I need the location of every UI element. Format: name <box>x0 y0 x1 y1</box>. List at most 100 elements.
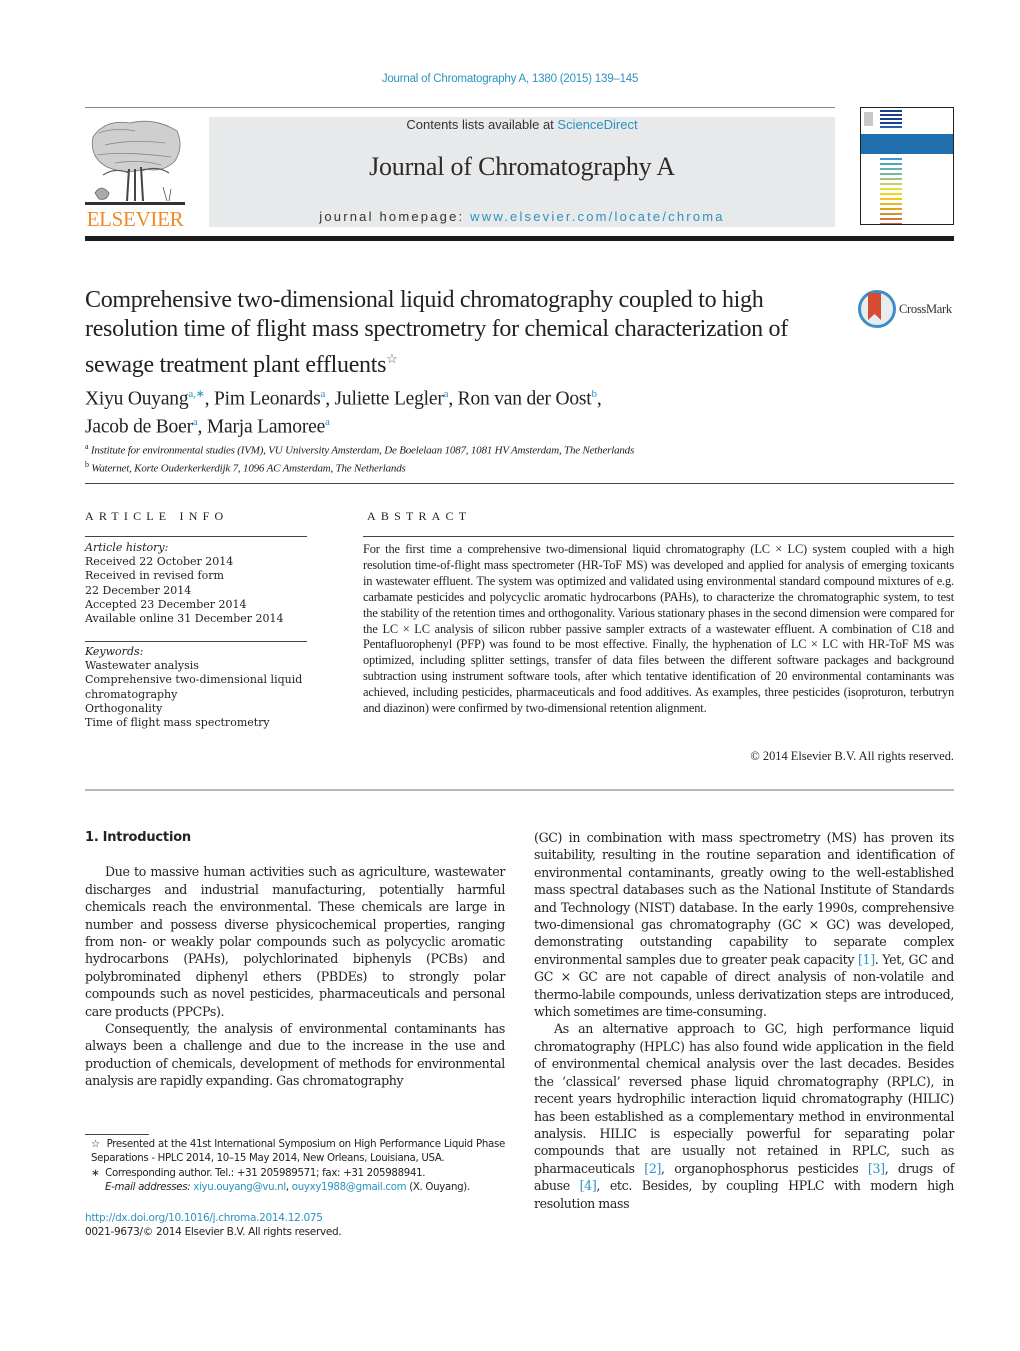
body-paragraph: As an alternative approach to GC, high p… <box>534 1020 954 1211</box>
article-history: Article history: Received 22 October 201… <box>85 541 315 626</box>
journal-homepage-line: journal homepage: www.elsevier.com/locat… <box>209 209 835 224</box>
footnote-corresponding: ∗ Corresponding author. Tel.: +31 205989… <box>85 1167 505 1181</box>
keywords: Keywords: Wastewater analysis Comprehens… <box>85 645 315 730</box>
reference-link[interactable]: [3] <box>868 1161 885 1176</box>
affiliation-text: Waternet, Korte Ouderkerkerdijk 7, 1096 … <box>91 462 406 475</box>
cover-stripe <box>880 110 902 112</box>
affiliation-letter: b <box>85 459 89 469</box>
journal-cover-thumbnail[interactable] <box>860 107 954 225</box>
journal-homepage-link[interactable]: www.elsevier.com/locate/chroma <box>470 209 725 224</box>
doi-link[interactable]: http://dx.doi.org/10.1016/j.chroma.2014.… <box>85 1212 323 1224</box>
contents-prefix: Contents lists available at <box>406 117 558 132</box>
crossmark-label: CrossMark <box>899 302 952 316</box>
cover-stripe <box>880 178 902 180</box>
body-paragraph: (GC) in combination with mass spectromet… <box>534 829 954 1020</box>
footnote-divider <box>85 1134 149 1135</box>
sciencedirect-link[interactable]: ScienceDirect <box>557 117 637 132</box>
cover-stripe <box>880 223 902 224</box>
article-history-label: Article history: <box>85 541 169 554</box>
contents-available-line: Contents lists available at ScienceDirec… <box>209 117 835 132</box>
footnotes: ☆ Presented at the 41st International Sy… <box>85 1138 505 1196</box>
journal-masthead: Contents lists available at ScienceDirec… <box>209 117 835 227</box>
cover-stripe <box>880 193 902 195</box>
email-suffix: (X. Ouyang). <box>406 1182 470 1194</box>
author-affiliation-marker[interactable]: a,∗ <box>188 388 204 400</box>
history-item: 22 December 2014 <box>85 583 192 597</box>
footnote-text: Corresponding author. Tel.: +31 20598957… <box>105 1167 426 1179</box>
footnote-star-icon: ☆ <box>91 1139 101 1150</box>
author-affiliation-marker[interactable]: a <box>321 388 326 400</box>
cover-stripe <box>880 203 902 205</box>
cover-publisher-logo <box>864 112 873 126</box>
body-column-right: (GC) in combination with mass spectromet… <box>534 829 954 1212</box>
reference-link[interactable]: [1] <box>858 952 875 967</box>
cover-stripe <box>880 173 902 175</box>
abstract-text: For the first time a comprehensive two-d… <box>363 542 954 716</box>
footnote-text: Presented at the 41st International Symp… <box>91 1139 505 1165</box>
cover-stripe <box>880 183 902 185</box>
email-label: E-mail addresses: <box>105 1182 191 1194</box>
keyword-item: chromatography <box>85 687 178 701</box>
keyword-item: Time of flight mass spectrometry <box>85 716 270 730</box>
body-paragraph: Consequently, the analysis of environmen… <box>85 1021 505 1089</box>
cover-stripe <box>880 126 902 128</box>
title-footnote-star-icon[interactable]: ☆ <box>386 351 398 366</box>
masthead-thick-divider <box>85 236 954 241</box>
elsevier-tree-icon <box>85 120 185 205</box>
cover-stripe <box>880 163 902 165</box>
author-affiliation-marker[interactable]: a <box>444 388 449 400</box>
affiliation-item: b Waternet, Korte Ouderkerkerdijk 7, 109… <box>85 458 955 476</box>
author-name[interactable]: Pim Leonards <box>214 389 321 410</box>
body-column-left: 1. Introduction Due to massive human act… <box>85 829 505 1090</box>
cover-stripe <box>880 208 902 210</box>
reference-link[interactable]: [2] <box>644 1161 661 1176</box>
journal-name: Journal of Chromatography A <box>369 152 675 181</box>
cover-stripe <box>880 118 902 120</box>
elsevier-logo[interactable]: ELSEVIER <box>85 117 185 231</box>
affiliation-text: Institute for environmental studies (IVM… <box>90 444 635 457</box>
footnote-emails: E-mail addresses: xiyu.ouyang@vu.nl, ouy… <box>85 1181 505 1195</box>
article-title: Comprehensive two-dimensional liquid chr… <box>85 286 845 380</box>
abstract-divider <box>363 536 954 537</box>
author-affiliation-marker[interactable]: b <box>592 388 598 400</box>
crossmark-badge[interactable]: CrossMark <box>858 290 958 332</box>
keyword-item: Comprehensive two-dimensional liquid <box>85 673 303 687</box>
history-item: Available online 31 December 2014 <box>85 612 284 626</box>
affiliation-item: a Institute for environmental studies (I… <box>85 440 955 458</box>
email-link[interactable]: ouyxy1988@gmail.com <box>292 1182 407 1193</box>
homepage-prefix: journal homepage: <box>319 209 471 224</box>
keywords-label: Keywords: <box>85 645 144 658</box>
author-name[interactable]: Jacob de Boer <box>85 416 193 437</box>
author-name[interactable]: Xiyu Ouyang <box>85 389 189 410</box>
issn-copyright: 0021-9673/© 2014 Elsevier B.V. All right… <box>85 1226 342 1238</box>
keyword-item: Wastewater analysis <box>85 659 199 673</box>
keywords-divider <box>85 641 307 642</box>
footnote-asterisk-icon: ∗ <box>91 1167 100 1179</box>
affiliation-letter: a <box>85 442 89 451</box>
body-divider <box>85 789 954 791</box>
author-list: Xiyu Ouyanga,∗, Pim Leonardsa, Juliette … <box>85 388 602 437</box>
history-item: Accepted 23 December 2014 <box>85 597 247 611</box>
author-name[interactable]: Juliette Legler <box>335 389 444 410</box>
author-affiliation-marker[interactable]: a <box>325 416 330 428</box>
author-name[interactable]: Marja Lamoree <box>207 416 325 437</box>
cover-stripe <box>880 218 902 220</box>
cover-stripe <box>880 158 902 160</box>
cover-stripe <box>880 122 902 124</box>
article-info-heading: ARTICLE INFO <box>85 509 229 523</box>
journal-citation-link[interactable]: Journal of Chromatography A, 1380 (2015)… <box>0 73 1020 85</box>
abstract-copyright: © 2014 Elsevier B.V. All rights reserved… <box>750 749 954 763</box>
cover-stripe <box>880 168 902 170</box>
history-item: Received 22 October 2014 <box>85 555 234 569</box>
email-link[interactable]: xiyu.ouyang@vu.nl <box>193 1182 286 1193</box>
cover-stripe <box>880 114 902 116</box>
front-matter-divider <box>85 483 954 484</box>
author-name[interactable]: Ron van der Oost <box>458 389 592 410</box>
paragraph-text: (GC) in combination with mass spectromet… <box>534 830 954 967</box>
cover-stripe <box>880 188 902 190</box>
reference-link[interactable]: [4] <box>580 1178 597 1193</box>
paragraph-text: , organophosphorus pesticides <box>661 1160 868 1176</box>
article-title-text: Comprehensive two-dimensional liquid chr… <box>85 287 788 378</box>
affiliations: a Institute for environmental studies (I… <box>85 440 955 475</box>
author-affiliation-marker[interactable]: a <box>193 416 198 428</box>
